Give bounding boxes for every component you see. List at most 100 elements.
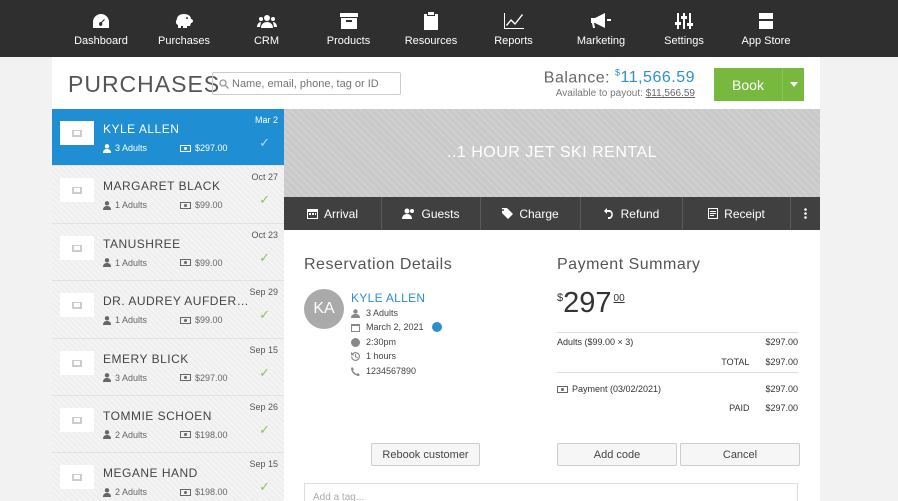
customer-name: TANUSHREE [103, 236, 181, 251]
book-button-label[interactable]: Book [714, 68, 782, 101]
paid-row: PAID $297.00 [557, 403, 798, 413]
reservation-customer-name[interactable]: KYLE ALLEN [351, 291, 425, 305]
purchase-list-item[interactable]: MARGARET BLACK Oct 27 ✓ 1 Adults $99.00 [52, 166, 284, 224]
balance-panel: Balance: $11,566.59 Available to payout:… [544, 68, 695, 99]
charge-button[interactable]: Charge [481, 197, 581, 230]
purchase-price: $297.00 [180, 373, 228, 383]
purchase-price: $297.00 [180, 143, 228, 153]
nav-products[interactable]: Products [305, 0, 392, 57]
book-dropdown-toggle[interactable] [782, 68, 804, 101]
cash-icon [557, 385, 568, 393]
guests-button[interactable]: Guests [382, 197, 481, 230]
arrival-label: Arrival [323, 206, 358, 221]
balance-amount: $11,566.59 [615, 68, 695, 86]
payout-amount[interactable]: $11,566.59 [646, 88, 695, 99]
purchase-price: $99.00 [180, 200, 223, 210]
nav-dashboard[interactable]: Dashboard [62, 0, 140, 57]
purchase-list-item[interactable]: KYLE ALLEN Mar 2 ✓ 3 Adults $297.00 [52, 109, 284, 167]
nav-label: Purchases [158, 34, 210, 47]
nav-purchases[interactable]: Purchases [140, 0, 228, 57]
line-item-row: Adults ($99.00 × 3) $297.00 [557, 337, 798, 347]
purchase-price-text: $99.00 [195, 200, 223, 211]
reservation-guests-row: 3 Adults [351, 308, 398, 318]
person-icon [103, 487, 111, 497]
nav-app-store[interactable]: App Store [723, 0, 809, 57]
nav-reports[interactable]: Reports [470, 0, 557, 57]
calendar-icon [351, 323, 360, 332]
guests-label: Guests [421, 206, 460, 221]
cash-icon [180, 144, 191, 152]
guest-count: 1 Adults [103, 315, 147, 325]
purchase-price: $198.00 [180, 430, 228, 440]
guest-count-text: 3 Adults [115, 372, 148, 383]
more-options-button[interactable] [791, 197, 820, 230]
paid-amount: $297.00 [765, 403, 798, 413]
page-header: PURCHASES Balance: $11,566.59 Available … [52, 57, 820, 109]
avatar: KA [304, 289, 344, 329]
nav-marketing[interactable]: Marketing [557, 0, 645, 57]
nav-resources[interactable]: Resources [392, 0, 470, 57]
dashboard-icon [92, 11, 110, 31]
payment-row: Payment (03/02/2021) $297.00 [557, 384, 798, 394]
add-code-button[interactable]: Add code [557, 443, 677, 466]
line-item-amount: $297.00 [765, 337, 798, 347]
purchase-list-item[interactable]: TANUSHREE Oct 23 ✓ 1 Adults $99.00 [52, 223, 284, 282]
payment-cents: 00 [613, 293, 625, 304]
guest-count: 3 Adults [103, 143, 147, 153]
nav-label: CRM [253, 34, 280, 47]
customer-name: TOMMIE SCHOEN [103, 408, 212, 423]
customer-name: EMERY BLICK [103, 351, 189, 366]
cancel-button[interactable]: Cancel [680, 443, 800, 466]
arrival-button[interactable]: Arrival [284, 197, 382, 230]
payout-label: Available to payout: [555, 88, 643, 100]
line-chart-icon [503, 11, 524, 31]
rebook-customer-button[interactable]: Rebook customer [371, 443, 480, 466]
search-input[interactable] [232, 77, 392, 90]
megaphone-icon [591, 11, 611, 31]
product-title: ..1 HOUR JET SKI RENTAL [446, 144, 658, 161]
nav-label: App Store [741, 34, 791, 47]
person-icon [103, 143, 111, 153]
receipt-label: Receipt [724, 206, 765, 221]
reservation-duration: 1 hours [366, 351, 397, 361]
info-badge-icon[interactable] [431, 322, 442, 332]
add-tag-input[interactable]: Add a tag... [304, 483, 798, 501]
guest-count-text: 1 Adults [115, 315, 148, 326]
nav-crm[interactable]: CRM [228, 0, 305, 57]
reservation-date: March 2, 2021 [366, 322, 424, 332]
archive-box-icon [339, 11, 358, 31]
product-thumbnail-icon [60, 350, 94, 375]
purchase-list-item[interactable]: MEGANE HAND Sep 15 ✓ 2 Adults $198.00 [52, 453, 284, 501]
divider [557, 332, 798, 333]
checkmark-icon: ✓ [259, 135, 270, 150]
more-vertical-icon [804, 208, 807, 219]
purchase-list-item[interactable]: DR. AUDREY AUFDERHAR Sep 29 ✓ 1 Adults $… [52, 281, 284, 339]
checkmark-icon: ✓ [259, 192, 270, 208]
reservation-phone: 1234567890 [366, 366, 417, 376]
refund-button[interactable]: Refund [581, 197, 683, 230]
purchase-date: Sep 15 [249, 344, 278, 355]
checkmark-icon: ✓ [259, 249, 270, 265]
purchase-list-item[interactable]: EMERY BLICK Sep 15 ✓ 3 Adults $297.00 [52, 338, 284, 396]
purchase-date: Oct 23 [251, 229, 278, 240]
search-box[interactable] [212, 72, 401, 95]
payment-total-amount: $297 00 [557, 287, 625, 320]
reservation-date-row: March 2, 2021 [351, 322, 442, 332]
product-thumbnail-icon [60, 407, 94, 432]
book-button[interactable]: Book [714, 68, 804, 101]
purchase-list: KYLE ALLEN Mar 2 ✓ 3 Adults $297.00 MARG… [52, 109, 284, 501]
product-thumbnail-icon [60, 293, 94, 318]
receipt-button[interactable]: Receipt [683, 197, 791, 230]
nav-settings[interactable]: Settings [645, 0, 723, 57]
purchase-list-item[interactable]: TOMMIE SCHOEN Sep 26 ✓ 2 Adults $198.00 [52, 395, 284, 454]
reservation-duration-row: 1 hours [351, 351, 396, 361]
people-icon [256, 11, 277, 31]
nav-label: Settings [664, 34, 704, 47]
payment-row-amount: $297.00 [765, 384, 798, 394]
guest-count: 2 Adults [103, 487, 147, 497]
purchase-date: Sep 29 [249, 287, 278, 298]
store-icon [758, 11, 774, 31]
person-icon [103, 200, 111, 210]
sliders-icon [675, 11, 693, 31]
paid-label: PAID [729, 403, 750, 413]
